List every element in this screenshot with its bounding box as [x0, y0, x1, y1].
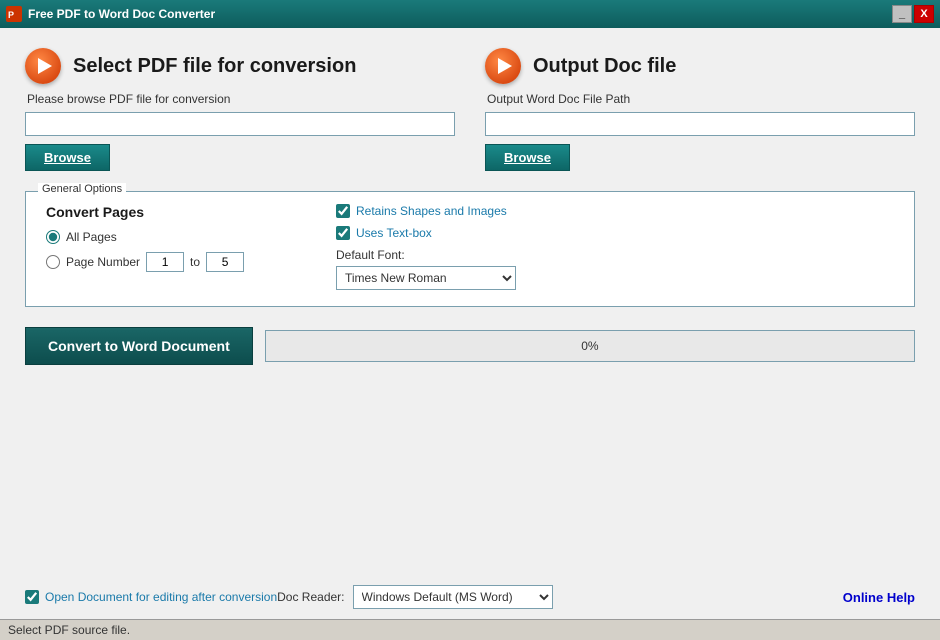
convert-pages-label: Convert Pages: [46, 204, 296, 220]
pdf-file-input[interactable]: [25, 112, 455, 136]
right-column: Output Doc file Output Word Doc File Pat…: [485, 48, 915, 171]
right-play-icon: [485, 48, 521, 84]
doc-reader-select[interactable]: Windows Default (MS Word) Adobe Reader O…: [353, 585, 553, 609]
font-select[interactable]: Times New Roman Arial Courier New Calibr…: [336, 266, 516, 290]
retains-shapes-checkbox[interactable]: [336, 204, 350, 218]
progress-bar-container: 0%: [265, 330, 915, 362]
left-play-icon: [25, 48, 61, 84]
right-section-desc: Output Word Doc File Path: [487, 92, 915, 106]
page-number-label: Page Number: [66, 255, 140, 269]
page-to-input[interactable]: [206, 252, 244, 272]
page-range: to: [146, 252, 244, 272]
open-doc-label: Open Document for editing after conversi…: [45, 590, 277, 604]
play-triangle-left: [38, 58, 52, 74]
play-triangle-right: [498, 58, 512, 74]
default-font-label: Default Font:: [336, 248, 894, 262]
title-buttons: _ X: [892, 5, 934, 23]
convert-button[interactable]: Convert to Word Document: [25, 327, 253, 365]
all-pages-label: All Pages: [66, 230, 117, 244]
doc-reader-row: Doc Reader: Windows Default (MS Word) Ad…: [277, 585, 552, 609]
page-number-row: Page Number to: [46, 252, 296, 272]
left-section-desc: Please browse PDF file for conversion: [27, 92, 455, 106]
close-button[interactable]: X: [914, 5, 934, 23]
bottom-row: Open Document for editing after conversi…: [0, 585, 940, 609]
options-left: Convert Pages All Pages Page Number to: [46, 204, 296, 290]
page-from-input[interactable]: [146, 252, 184, 272]
options-right: Retains Shapes and Images Uses Text-box …: [336, 204, 894, 290]
doc-reader-label: Doc Reader:: [277, 590, 344, 604]
title-bar: P Free PDF to Word Doc Converter _ X: [0, 0, 940, 28]
title-bar-left: P Free PDF to Word Doc Converter: [6, 6, 215, 22]
status-bar: Select PDF source file.: [0, 619, 940, 640]
output-file-input[interactable]: [485, 112, 915, 136]
right-section-title: Output Doc file: [533, 55, 676, 78]
general-options-group: General Options Convert Pages All Pages …: [25, 191, 915, 307]
uses-textbox-row: Uses Text-box: [336, 226, 894, 240]
window-body: Select PDF file for conversion Please br…: [0, 28, 940, 640]
retains-shapes-row: Retains Shapes and Images: [336, 204, 894, 218]
top-section: Select PDF file for conversion Please br…: [25, 48, 915, 171]
radio-group: All Pages Page Number to: [46, 230, 296, 272]
left-section-header: Select PDF file for conversion: [25, 48, 455, 84]
status-text: Select PDF source file.: [8, 623, 130, 637]
page-range-to: to: [190, 255, 200, 269]
convert-area: Convert to Word Document 0%: [25, 327, 915, 365]
online-help-link[interactable]: Online Help: [843, 590, 915, 605]
options-legend: General Options: [38, 183, 126, 195]
left-column: Select PDF file for conversion Please br…: [25, 48, 455, 171]
open-doc-checkbox[interactable]: [25, 590, 39, 604]
minimize-button[interactable]: _: [892, 5, 912, 23]
left-section-title: Select PDF file for conversion: [73, 55, 356, 78]
window-title: Free PDF to Word Doc Converter: [28, 7, 215, 21]
browse-output-button[interactable]: Browse: [485, 144, 570, 171]
retains-shapes-label: Retains Shapes and Images: [356, 204, 507, 218]
app-icon: P: [6, 6, 22, 22]
all-pages-row: All Pages: [46, 230, 296, 244]
page-number-radio[interactable]: [46, 255, 60, 269]
uses-textbox-checkbox[interactable]: [336, 226, 350, 240]
uses-textbox-label: Uses Text-box: [356, 226, 432, 240]
svg-text:P: P: [8, 10, 14, 20]
progress-text: 0%: [581, 339, 598, 353]
open-doc-row: Open Document for editing after conversi…: [25, 590, 277, 604]
browse-pdf-button[interactable]: Browse: [25, 144, 110, 171]
content-area: Select PDF file for conversion Please br…: [0, 28, 940, 585]
all-pages-radio[interactable]: [46, 230, 60, 244]
options-inner: Convert Pages All Pages Page Number to: [46, 204, 894, 290]
right-section-header: Output Doc file: [485, 48, 915, 84]
